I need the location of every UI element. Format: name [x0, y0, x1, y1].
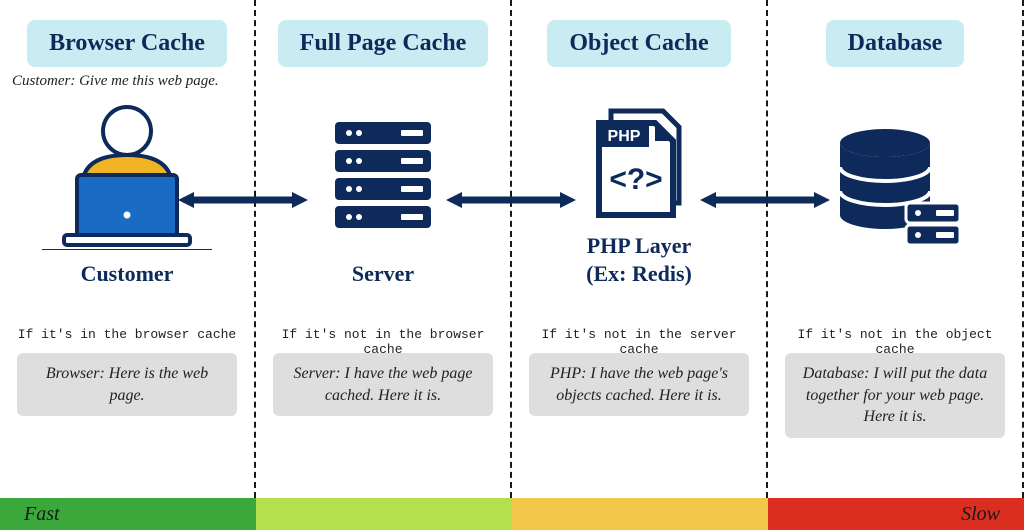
server-label: Server — [352, 260, 414, 288]
speed-fast: Fast — [0, 498, 256, 530]
php-file-icon: PHP <?> — [579, 103, 699, 223]
condition-php: If it's not in the server cache — [520, 327, 758, 345]
arrow-customer-server — [178, 190, 308, 202]
header-browser-cache: Browser Cache — [27, 20, 227, 67]
php-label: PHP Layer (Ex: Redis) — [586, 232, 692, 287]
speed-slow: Slow — [768, 498, 1024, 530]
response-php: PHP: I have the web page's objects cache… — [529, 353, 749, 416]
svg-text:<?>: <?> — [609, 163, 662, 196]
speed-seg-3 — [512, 498, 768, 530]
customer-icon — [42, 97, 212, 247]
server-stack-icon — [323, 116, 443, 236]
database-icon — [820, 125, 970, 255]
column-browser-cache: Browser Cache Customer: Give me this web… — [0, 0, 256, 498]
header-object-cache: Object Cache — [547, 20, 730, 67]
customer-request-text: Customer: Give me this web page. — [12, 73, 219, 93]
arrow-server-php — [446, 190, 576, 202]
condition-database: If it's not in the object cache — [776, 327, 1014, 345]
response-database: Database: I will put the data together f… — [785, 353, 1005, 438]
customer-underline — [42, 249, 212, 250]
php-badge-text: PHP — [608, 128, 641, 145]
column-object-cache: Object Cache PHP <?> PHP Layer (Ex: Redi… — [512, 0, 768, 498]
column-database: Database — [768, 0, 1024, 498]
condition-server: If it's not in the browser cache — [264, 327, 502, 345]
response-browser: Browser: Here is the web page. — [17, 353, 237, 416]
header-full-page-cache: Full Page Cache — [278, 20, 489, 67]
column-full-page-cache: Full Page Cache — [256, 0, 512, 498]
condition-browser: If it's in the browser cache — [18, 327, 236, 345]
arrow-php-database — [700, 190, 830, 202]
customer-label: Customer — [81, 260, 174, 288]
header-database: Database — [826, 20, 965, 67]
cache-flow-diagram: Browser Cache Customer: Give me this web… — [0, 0, 1024, 530]
speed-seg-2 — [256, 498, 512, 530]
response-server: Server: I have the web page cached. Here… — [273, 353, 493, 416]
speed-bar: Fast Slow — [0, 498, 1024, 530]
